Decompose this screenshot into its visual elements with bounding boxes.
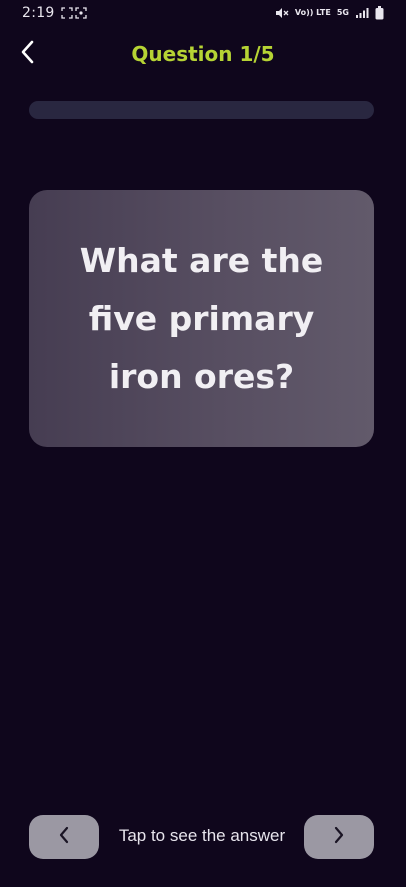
previous-button[interactable] (29, 815, 99, 859)
chevron-left-icon (58, 826, 70, 848)
progress-bar (29, 101, 374, 119)
page-title: Question 1/5 (131, 42, 275, 66)
signal-icon (355, 7, 369, 19)
status-bar-left: 2:19 (22, 5, 87, 21)
question-text: What are the five primary iron ores? (79, 240, 324, 396)
screen-capture-icon (60, 7, 87, 19)
header: Question 1/5 (0, 36, 406, 74)
status-time: 2:19 (22, 5, 55, 21)
battery-icon (375, 6, 384, 20)
flashcard[interactable]: What are the five primary iron ores? (29, 190, 374, 447)
status-bar-right: Vo)) LTE 5G (275, 6, 384, 20)
5g-indicator: 5G (336, 8, 349, 17)
next-button[interactable] (304, 815, 374, 859)
volte-indicator: Vo)) LTE (294, 8, 331, 17)
mute-icon (275, 7, 289, 19)
tap-hint[interactable]: Tap to see the answer (100, 826, 304, 846)
chevron-right-icon (333, 826, 345, 848)
status-bar: 2:19 Vo)) LTE 5G (0, 0, 406, 26)
